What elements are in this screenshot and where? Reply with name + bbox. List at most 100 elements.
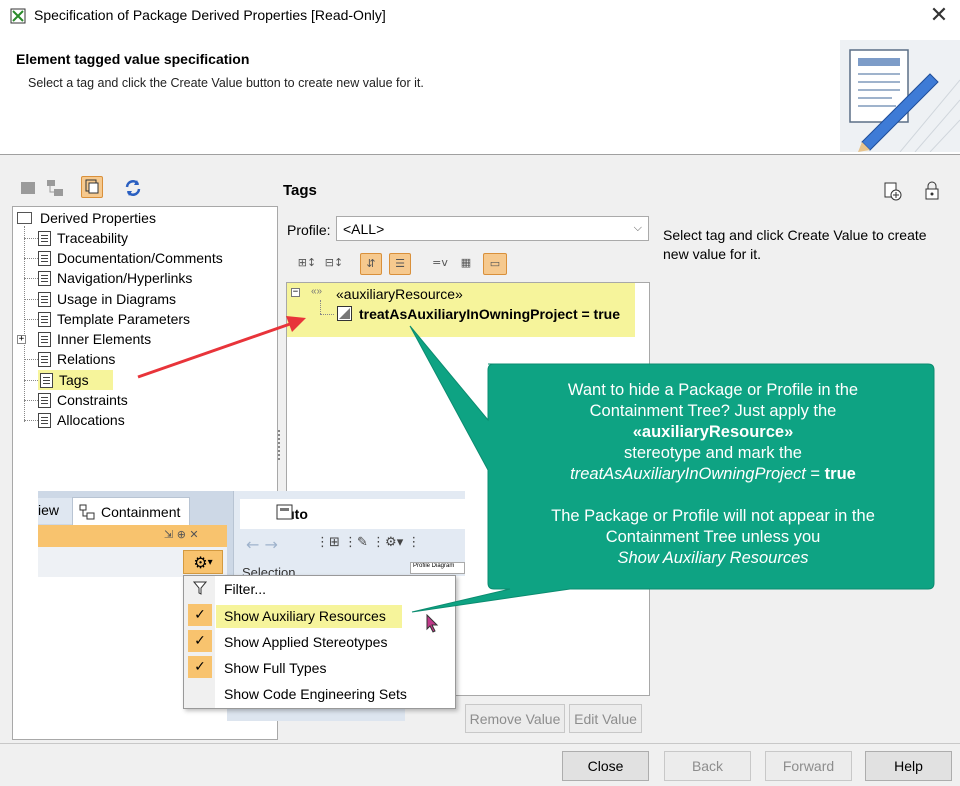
tree-item-navigation[interactable]: Navigation/Hyperlinks <box>24 268 192 288</box>
refresh-icon[interactable] <box>122 177 144 199</box>
callout-line: Containment Tree? Just apply the <box>589 402 837 420</box>
tree-root[interactable]: Derived Properties <box>17 208 156 228</box>
filter-icon <box>193 581 207 595</box>
check-icon: ✓ <box>188 604 212 626</box>
tree-item-allocations[interactable]: Allocations <box>24 410 125 430</box>
tag-value-node[interactable]: treatAsAuxiliaryInOwningProject = true <box>359 306 620 322</box>
menu-item-show-auxiliary[interactable]: Show Auxiliary Resources <box>224 608 386 624</box>
document-icon <box>40 372 53 388</box>
pin-icon[interactable]: ⇲ ⊕ ✕ <box>164 528 199 541</box>
tree-item-label: Inner Elements <box>57 331 152 347</box>
close-icon[interactable]: ✕ <box>925 2 953 30</box>
tag-icon <box>337 306 352 321</box>
tree-item-label: Navigation/Hyperlinks <box>57 270 193 286</box>
tree-item-label: Traceability <box>57 230 129 246</box>
menu-item-show-stereotypes[interactable]: Show Applied Stereotypes <box>224 634 387 650</box>
check-icon: ✓ <box>188 630 212 652</box>
containment-tab[interactable]: Containment <box>72 497 190 525</box>
diagram-toolbar-icons[interactable]: ⋮⊞ ⋮✎ ⋮⚙▾ ⋮ <box>316 535 420 550</box>
callout-equals: = <box>805 465 825 483</box>
panel-splitter[interactable] <box>278 430 282 460</box>
edit-value-button[interactable]: Edit Value <box>569 704 642 733</box>
stereotype-node[interactable]: «auxiliaryResource» <box>336 286 463 302</box>
app-icon <box>10 8 26 24</box>
profile-select-value: <ALL> <box>343 221 385 237</box>
show-values-icon[interactable]: =v <box>430 253 450 273</box>
tree-item-template[interactable]: Template Parameters <box>24 309 190 329</box>
profile-select[interactable]: <ALL> ⌵ <box>336 216 649 241</box>
tree-item-usage[interactable]: Usage in Diagrams <box>24 289 176 309</box>
expand-icon[interactable]: + <box>17 334 26 344</box>
back-forward-icon[interactable]: ← → <box>246 535 278 554</box>
partial-tab-label: iew <box>38 502 60 518</box>
tree-root-label: Derived Properties <box>40 210 156 226</box>
callout-line: Want to hide a Package or Profile in the <box>567 381 859 399</box>
menu-item-show-full-types[interactable]: Show Full Types <box>224 660 326 676</box>
tree-item-label: Usage in Diagrams <box>57 291 177 307</box>
containment-tab-label: Containment <box>101 503 181 520</box>
footer-divider <box>0 743 960 744</box>
tag-description: Select tag and click Create Value to cre… <box>663 227 927 262</box>
callout-line: Show Auxiliary Resources <box>617 549 809 567</box>
header-subtitle: Select a tag and click the Create Value … <box>28 76 424 90</box>
show-tree-icon[interactable]: ⇵ <box>360 253 382 275</box>
grid-layout-icon[interactable]: ▦ <box>456 253 476 273</box>
mouse-cursor-icon <box>426 614 439 633</box>
tree-item-label: Documentation/Comments <box>57 250 223 266</box>
header-title: Element tagged value specification <box>16 51 250 67</box>
document-icon <box>38 291 51 307</box>
tree-item-label: Allocations <box>57 412 125 428</box>
menu-item-show-code-sets[interactable]: Show Code Engineering Sets <box>224 686 407 702</box>
document-pencil-icon <box>840 40 960 152</box>
menu-item-filter[interactable]: Filter... <box>224 581 266 597</box>
auto-tab[interactable]: Auto <box>240 499 465 529</box>
diagram-icon <box>276 504 293 520</box>
expand-all-icon[interactable]: ⊞↕ <box>297 253 317 273</box>
stereotype-icon: «» <box>311 286 323 297</box>
document-icon <box>38 392 51 408</box>
partial-tab[interactable]: iew <box>38 498 72 524</box>
import-icon[interactable] <box>881 180 903 202</box>
document-icon <box>38 412 51 428</box>
collapse-icon[interactable]: − <box>291 288 300 297</box>
tree-item-relations[interactable]: Relations <box>24 349 115 369</box>
panel-title: Tags <box>283 182 317 199</box>
gear-icon[interactable]: ⚙ ▾ <box>183 550 223 574</box>
tree-item-label: Template Parameters <box>57 311 191 327</box>
callout-line: The Package or Profile will not appear i… <box>551 507 875 525</box>
document-icon <box>38 270 51 286</box>
tree-item-tags[interactable]: Tags <box>24 370 113 390</box>
collapse-all-icon[interactable]: ⊟↕ <box>324 253 344 273</box>
callout-text: Want to hide a Package or Profile in the… <box>500 380 926 569</box>
callout-true: true <box>824 465 856 483</box>
inherited-tags-icon[interactable]: ▭ <box>483 253 507 275</box>
back-button[interactable]: Back <box>664 751 751 781</box>
document-icon <box>38 230 51 246</box>
tags-highlight: Tags <box>38 370 113 390</box>
tree-view-icon[interactable] <box>44 177 66 199</box>
tree-item-label: Relations <box>57 351 116 367</box>
window-title: Specification of Package Derived Propert… <box>34 7 386 23</box>
tree-item-inner-elements[interactable]: + Inner Elements <box>17 329 151 349</box>
document-icon <box>38 351 51 367</box>
tree-item-label: Constraints <box>57 392 128 408</box>
containment-tree-icon <box>79 504 95 519</box>
profile-diagram-thumb: Profile Diagram <box>410 562 465 574</box>
tree-item-constraints[interactable]: Constraints <box>24 390 128 410</box>
grid-icon[interactable] <box>17 177 39 199</box>
document-icon <box>38 311 51 327</box>
tree-item-traceability[interactable]: Traceability <box>24 228 128 248</box>
show-list-icon[interactable]: ☰ <box>389 253 411 275</box>
lock-icon[interactable] <box>922 180 942 202</box>
tree-item-documentation[interactable]: Documentation/Comments <box>24 248 223 268</box>
compact-view-button[interactable] <box>81 176 103 198</box>
tree-item-label: Tags <box>59 372 89 388</box>
remove-value-button[interactable]: Remove Value <box>465 704 565 733</box>
profile-label: Profile: <box>287 222 331 238</box>
callout-tag-name: treatAsAuxiliaryInOwningProject <box>570 465 806 483</box>
compact-view-icon <box>85 179 99 194</box>
folder-icon <box>17 212 32 224</box>
help-button[interactable]: Help <box>865 751 952 781</box>
forward-button[interactable]: Forward <box>765 751 852 781</box>
close-button[interactable]: Close <box>562 751 649 781</box>
